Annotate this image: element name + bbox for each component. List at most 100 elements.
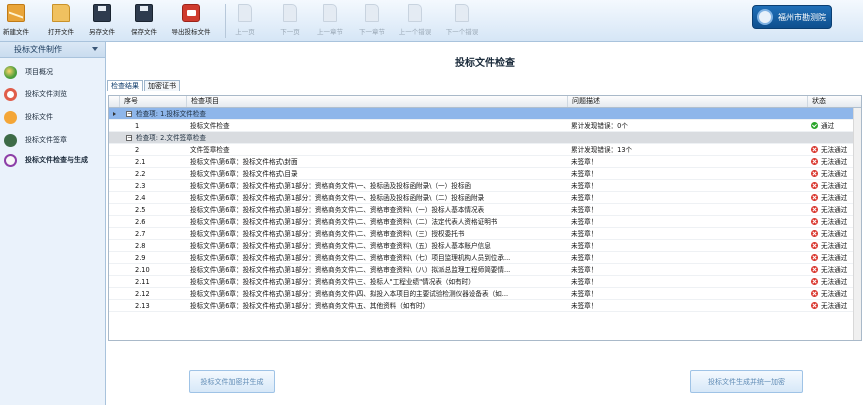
error-circle-icon (811, 206, 818, 213)
table-row[interactable]: 2.4 投标文件\第6章：投标文件格式\第1部分：资格商务文件\一、投标函及投标函… (109, 192, 861, 204)
cell-status: 无法通过 (807, 216, 857, 228)
table-row[interactable]: 2.7 投标文件\第6章：投标文件格式\第1部分：资格商务文件\二、资格审查资料\… (109, 228, 861, 240)
table-row[interactable]: 2.5 投标文件\第6章：投标文件格式\第1部分：资格商务文件\二、资格审查资料\… (109, 204, 861, 216)
table-row[interactable]: 2.3 投标文件\第6章：投标文件格式\第1部分：资格商务文件\一、投标函及投标函… (109, 180, 861, 192)
column-header-item[interactable]: 检查项目 (186, 96, 566, 107)
prev-page-button[interactable]: 上一页 (233, 2, 257, 40)
cell-no: 2 (135, 146, 140, 154)
vertical-scrollbar[interactable] (853, 108, 861, 340)
sidebar-item-label: 投标文件签章 (25, 136, 67, 144)
table-row[interactable]: 2.12 投标文件\第6章：投标文件格式\第1部分：资格商务文件\四、拟投入本项目… (109, 288, 861, 300)
table-row[interactable]: 2.2 投标文件\第6章：投标文件格式\目录 未签章！ 无法通过 (109, 168, 861, 180)
cell-status: 无法通过 (807, 288, 857, 300)
page-title: 投标文件检查 (455, 57, 515, 69)
doc-icon (283, 4, 297, 22)
column-header-desc[interactable]: 问题描述 (567, 96, 807, 107)
sidebar-item-signature[interactable]: 投标文件签章 (4, 134, 104, 147)
tab-bar: 检查结果 加密证书 (107, 80, 181, 91)
error-circle-icon (811, 302, 818, 309)
signature-icon (4, 134, 17, 147)
cell-status: 无法通过 (807, 168, 857, 180)
cell-item: 投标文件\第6章：投标文件格式\目录 (190, 170, 298, 178)
export-bid-button[interactable]: 导出投标文件 (167, 2, 215, 40)
error-circle-icon (811, 182, 818, 189)
sidebar-item-browse[interactable]: 投标文件浏览 (4, 88, 104, 101)
error-circle-icon (811, 242, 818, 249)
chevron-down-icon[interactable] (92, 47, 98, 51)
group-label: 检查项: 2.文件签章检查 (136, 134, 206, 142)
table-row[interactable]: 2.10 投标文件\第6章：投标文件格式\第1部分：资格商务文件\二、资格审查资料… (109, 264, 861, 276)
new-file-button[interactable]: 新建文件 (3, 2, 29, 40)
error-circle-icon (811, 254, 818, 261)
cell-desc: 累计发现错误：13个 (571, 146, 633, 154)
cell-no: 1 (135, 122, 140, 130)
table-row[interactable]: 2.9 投标文件\第6章：投标文件格式\第1部分：资格商务文件\二、资格审查资料\… (109, 252, 861, 264)
tab-encryption-cert[interactable]: 加密证书 (144, 80, 180, 91)
doc-icon (365, 4, 379, 22)
status-text: 无法通过 (821, 182, 848, 190)
table-group-row[interactable]: − 检查项: 1.投标文件检查 (109, 108, 861, 120)
save-as-button[interactable]: 另存文件 (87, 2, 117, 40)
cell-status: 无法通过 (807, 144, 857, 156)
open-folder-icon (52, 4, 70, 22)
cell-desc: 未签章！ (571, 242, 598, 250)
status-text: 无法通过 (821, 158, 848, 166)
cell-desc: 未签章！ (571, 206, 598, 214)
column-header-status[interactable]: 状态 (807, 96, 861, 107)
new-file-icon (7, 4, 25, 22)
cell-item: 投标文件\第6章：投标文件格式\第1部分：资格商务文件\五、其他资料（如有时） (190, 302, 430, 310)
sidebar-header[interactable]: 投标文件制作 (0, 42, 105, 58)
generate-and-encrypt-button[interactable]: 投标文件生成并统一加密 (690, 370, 803, 393)
tab-check-results[interactable]: 检查结果 (107, 80, 143, 91)
cell-desc: 未签章！ (571, 218, 598, 226)
encrypt-and-generate-button[interactable]: 投标文件加密并生成 (189, 370, 275, 393)
table-row[interactable]: 2.13 投标文件\第6章：投标文件格式\第1部分：资格商务文件\五、其他资料（如… (109, 300, 861, 312)
table-header: 序号 检查项目 问题描述 状态 (109, 96, 861, 108)
toolbar-divider (225, 4, 226, 38)
sidebar-item-label: 投标文件检查与生成 (25, 156, 88, 164)
row-selector-icon (113, 112, 116, 116)
cell-no: 2.1 (135, 158, 146, 166)
next-chapter-label: 下一章节 (359, 28, 385, 36)
table-row[interactable]: 2.8 投标文件\第6章：投标文件格式\第1部分：资格商务文件\二、资格审查资料\… (109, 240, 861, 252)
prev-chapter-button[interactable]: 上一章节 (315, 2, 345, 40)
status-text: 无法通过 (821, 146, 848, 154)
toolbar: 新建文件 打开文件 另存文件 保存文件 导出投标文件 上一页 下一页 上一章节 … (0, 0, 863, 42)
logo-text: 福州市勘测院 (778, 12, 826, 22)
error-circle-icon (811, 278, 818, 285)
status-text: 无法通过 (821, 242, 848, 250)
column-header-no[interactable]: 序号 (119, 96, 175, 107)
status-text: 无法通过 (821, 170, 848, 178)
sidebar-item-check-generate[interactable]: 投标文件检查与生成 (4, 154, 104, 167)
sidebar-item-project-overview[interactable]: 项目概况 (4, 66, 104, 79)
logo-mark-icon (757, 9, 773, 25)
error-circle-icon (811, 266, 818, 273)
status-text: 无法通过 (821, 218, 848, 226)
error-circle-icon (811, 158, 818, 165)
next-chapter-button[interactable]: 下一章节 (357, 2, 387, 40)
table-group-row[interactable]: − 检查项: 2.文件签章检查 (109, 132, 861, 144)
open-file-button[interactable]: 打开文件 (46, 2, 76, 40)
collapse-toggle-icon[interactable]: − (126, 135, 132, 141)
next-page-button[interactable]: 下一页 (278, 2, 302, 40)
next-error-button[interactable]: 下一个错误 (443, 2, 481, 40)
save-as-label: 另存文件 (89, 28, 115, 36)
cell-no: 2.9 (135, 254, 146, 262)
error-circle-icon (811, 230, 818, 237)
group-label: 检查项: 1.投标文件检查 (136, 110, 206, 118)
cell-status: 通过 (807, 120, 857, 132)
table-row[interactable]: 2 文件签章检查 累计发现错误：13个 无法通过 (109, 144, 861, 156)
cell-item: 投标文件\第6章：投标文件格式\第1部分：资格商务文件\三、投标人"工程业绩"情… (190, 278, 475, 286)
collapse-toggle-icon[interactable]: − (126, 111, 132, 117)
sidebar-title: 投标文件制作 (14, 45, 62, 54)
table-row[interactable]: 2.1 投标文件\第6章：投标文件格式\封面 未签章！ 无法通过 (109, 156, 861, 168)
table-row[interactable]: 2.6 投标文件\第6章：投标文件格式\第1部分：资格商务文件\二、资格审查资料\… (109, 216, 861, 228)
table-row[interactable]: 1 投标文件检查 累计发现错误：0个 通过 (109, 120, 861, 132)
cell-item: 投标文件\第6章：投标文件格式\第1部分：资格商务文件\四、拟投入本项目的主要试… (190, 290, 509, 298)
sidebar-item-bid-document[interactable]: 投标文件 (4, 111, 104, 124)
cell-item: 投标文件检查 (190, 122, 230, 130)
cell-item: 投标文件\第6章：投标文件格式\第1部分：资格商务文件\二、资格审查资料\（一）… (190, 206, 485, 214)
save-button[interactable]: 保存文件 (129, 2, 159, 40)
prev-error-button[interactable]: 上一个错误 (396, 2, 434, 40)
table-row[interactable]: 2.11 投标文件\第6章：投标文件格式\第1部分：资格商务文件\三、投标人"工程… (109, 276, 861, 288)
